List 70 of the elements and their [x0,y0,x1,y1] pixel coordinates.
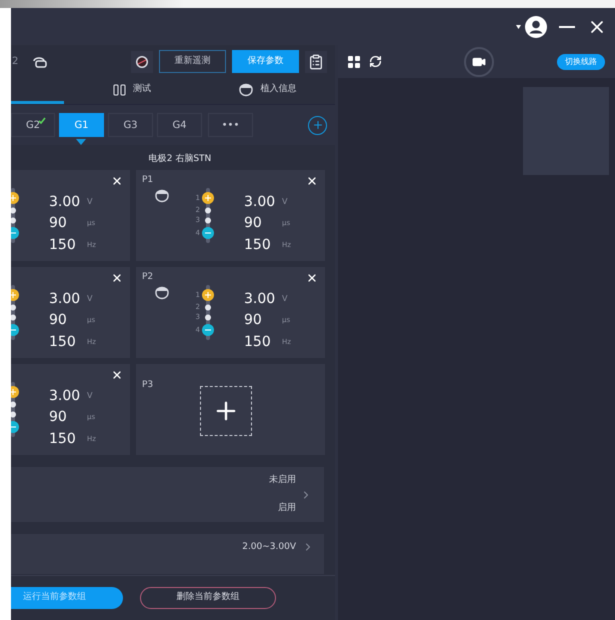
probe-icon [112,84,127,96]
delete-program-group-button[interactable]: 删除当前参数组 [140,587,276,609]
amplitude-unit: V [87,196,94,208]
camera-button[interactable] [464,46,494,76]
frequency-value: 150 [49,236,77,254]
implant-icon [154,189,170,203]
amplitude-value: 3.00 [49,193,82,212]
close-button[interactable] [306,175,318,187]
frequency-value: 150 [244,332,272,351]
minimize-icon [559,26,575,28]
amplitude-value: 3.00 [49,290,82,308]
group-tab[interactable]: G4 [157,113,202,137]
implant-icon [154,286,170,300]
frequency-value: 150 [49,430,77,448]
amplitude-unit: V [282,196,288,208]
pulse-width-value: 90 [244,311,263,330]
retest-button[interactable]: 重新遥测 [159,50,226,73]
contact-icon [202,304,214,311]
frequency-value: 150 [244,236,272,254]
amplitude-unit: V [87,390,94,402]
grid-icon[interactable] [348,56,360,68]
program-label: P3 [142,380,154,390]
add-group-button[interactable] [308,116,327,134]
program-label: P2 [142,273,154,282]
close-button[interactable] [306,272,318,284]
implant-icon [238,82,254,96]
amplitude-value: 3.00 [49,387,82,406]
refresh-icon[interactable] [369,55,382,68]
stack-icon[interactable] [32,54,48,68]
add-program-button[interactable] [200,386,252,436]
status-label: 未启用 [269,474,296,487]
amplitude-unit: V [87,293,94,306]
pulse-width-value: 90 [49,311,68,330]
check-icon [38,117,46,124]
minimize-button[interactable] [559,26,575,28]
dial-button[interactable] [131,50,153,72]
amplitude-value: 3.00 [244,193,276,212]
group-tab[interactable]: ••• [208,113,253,137]
program-label: P1 [142,176,154,185]
tab[interactable]: 测试 [64,78,200,104]
avatar-icon[interactable] [525,16,547,38]
pulse-width-value: 90 [49,408,68,426]
group-tab[interactable]: G2 [11,113,55,137]
plus-icon [312,119,324,131]
negative-contact-icon [202,227,214,239]
tab[interactable]: 植入信息 [200,78,335,104]
dial-icon [135,54,149,68]
positive-contact-icon [202,289,214,301]
status-label: 启用 [278,502,296,514]
group-tab[interactable]: G3 [108,113,153,137]
positive-contact-icon [202,192,214,204]
pulse-width-value: 90 [244,214,263,232]
device-id: 2 [11,55,18,69]
negative-contact-icon [202,324,214,336]
amplitude-value: 3.00 [244,290,276,308]
amplitude-unit: V [282,293,288,306]
voltage-range: 2.00~3.00V [242,541,296,554]
caret-icon[interactable] [516,24,521,28]
pulse-width-value: 90 [49,214,68,232]
contact-icon [202,314,214,321]
clipboard-icon [308,54,324,70]
close-button[interactable] [111,369,123,381]
contact-icon [202,217,214,224]
electrode-title: 电极2 右脑STN [148,153,212,166]
contact-icon [202,207,214,214]
frequency-value: 150 [49,332,77,351]
close-button[interactable] [111,272,123,284]
pointer-icon [76,139,86,145]
clipboard-button[interactable] [305,50,327,72]
close-button[interactable] [111,175,123,187]
